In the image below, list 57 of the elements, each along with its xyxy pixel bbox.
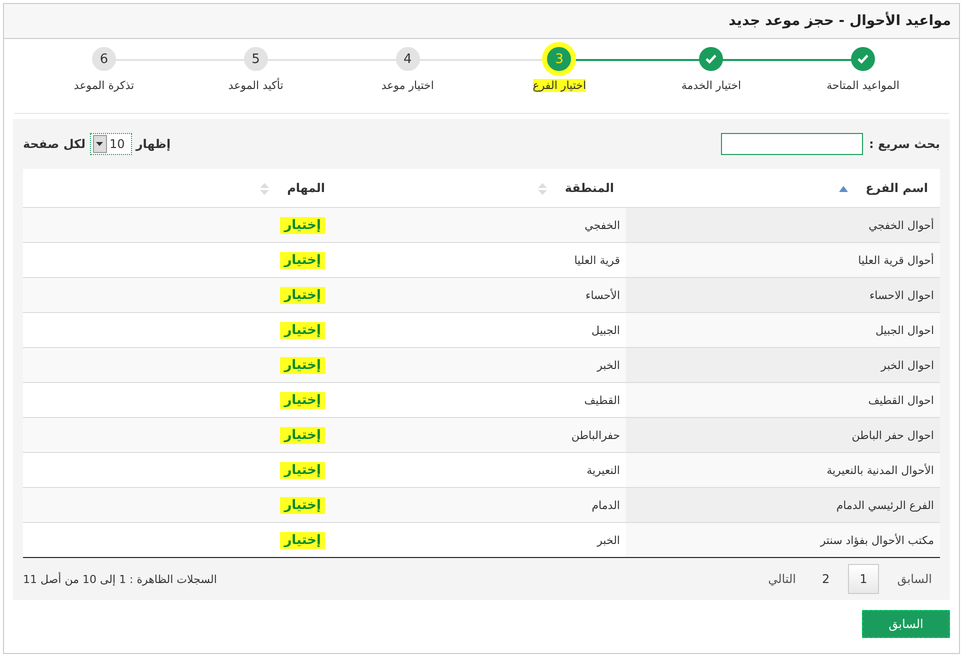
select-link[interactable]: إختيار	[280, 392, 325, 408]
select-link[interactable]: إختيار	[280, 322, 325, 338]
table-cell: الأحساء	[337, 278, 626, 312]
step-circle: 3	[547, 47, 572, 71]
previous-page-link[interactable]: السابق	[889, 566, 940, 592]
column-header[interactable]: المنطقة	[337, 169, 626, 208]
select-link[interactable]: إختيار	[280, 426, 325, 444]
table-cell: الخبر	[337, 348, 626, 382]
select-link[interactable]: إختيار	[280, 532, 325, 548]
previous-button[interactable]: السابق	[862, 610, 950, 638]
select-link[interactable]: إختيار	[280, 496, 325, 514]
check-icon	[857, 54, 869, 64]
table-cell: احوال القطيف	[626, 382, 940, 418]
select-link[interactable]: إختيار	[280, 216, 325, 234]
step-label: اختيار الخدمة	[681, 79, 742, 92]
table-cell: احوال حفر الباطن	[626, 418, 940, 452]
select-link[interactable]: إختيار	[280, 286, 325, 304]
step-label: اختيار موعد	[381, 79, 434, 92]
table-cell: حفرالباطن	[337, 418, 626, 452]
table-cell: قرية العليا	[337, 242, 626, 278]
table-cell: الخفجي	[337, 208, 626, 242]
table-cell: أحوال الخفجي	[626, 208, 940, 242]
step-label: تأكيد الموعد	[228, 79, 284, 92]
table-cell: النعيرية	[337, 452, 626, 488]
select-link[interactable]: إختيار	[280, 252, 325, 268]
step-label: تذكرة الموعد	[74, 79, 134, 92]
step-circle: 4	[396, 47, 420, 71]
step-circle: 6	[92, 47, 116, 71]
table-cell: احوال الجبيل	[626, 312, 940, 348]
records-info: السجلات الظاهرة : 1 إلى 10 من أصل 11	[23, 572, 217, 586]
search-label: بحث سريع :	[869, 137, 940, 151]
table-cell: القطيف	[337, 382, 626, 418]
page-button[interactable]: 2	[814, 566, 838, 592]
page-length-select[interactable]: 10	[90, 133, 132, 155]
per-page-label: لكل صفحة	[23, 137, 86, 151]
table-cell: الدمام	[337, 488, 626, 522]
next-page-link[interactable]: التالي	[760, 566, 804, 592]
table-cell: الأحوال المدنية بالنعيرية	[626, 452, 940, 488]
select-link[interactable]: إختيار	[280, 356, 325, 374]
step-label: المواعيد المتاحة	[826, 79, 900, 92]
table-cell: الفرع الرئيسي الدمام	[626, 488, 940, 522]
table-cell: مكتب الأحوال بفؤاد سنتر	[626, 522, 940, 558]
table-cell: أحوال قرية العليا	[626, 242, 940, 278]
show-label: إظهار	[136, 137, 171, 151]
table-cell: الجبيل	[337, 312, 626, 348]
table-cell: احوال الاحساء	[626, 278, 940, 312]
column-header[interactable]: المهام	[23, 169, 337, 208]
select-link[interactable]: إختيار	[280, 462, 325, 478]
table-cell: احوال الخبر	[626, 348, 940, 382]
step-circle: 5	[244, 47, 268, 71]
step-label: اختيار الفرع	[532, 79, 586, 92]
window-title: مواعيد الأحوال - حجز موعد جديد	[728, 13, 951, 29]
search-field[interactable]	[721, 133, 864, 155]
table-cell: الخبر	[337, 522, 626, 558]
column-header[interactable]: اسم الفرع	[626, 169, 940, 208]
check-icon	[705, 54, 718, 64]
page-button[interactable]: 1	[848, 564, 880, 594]
